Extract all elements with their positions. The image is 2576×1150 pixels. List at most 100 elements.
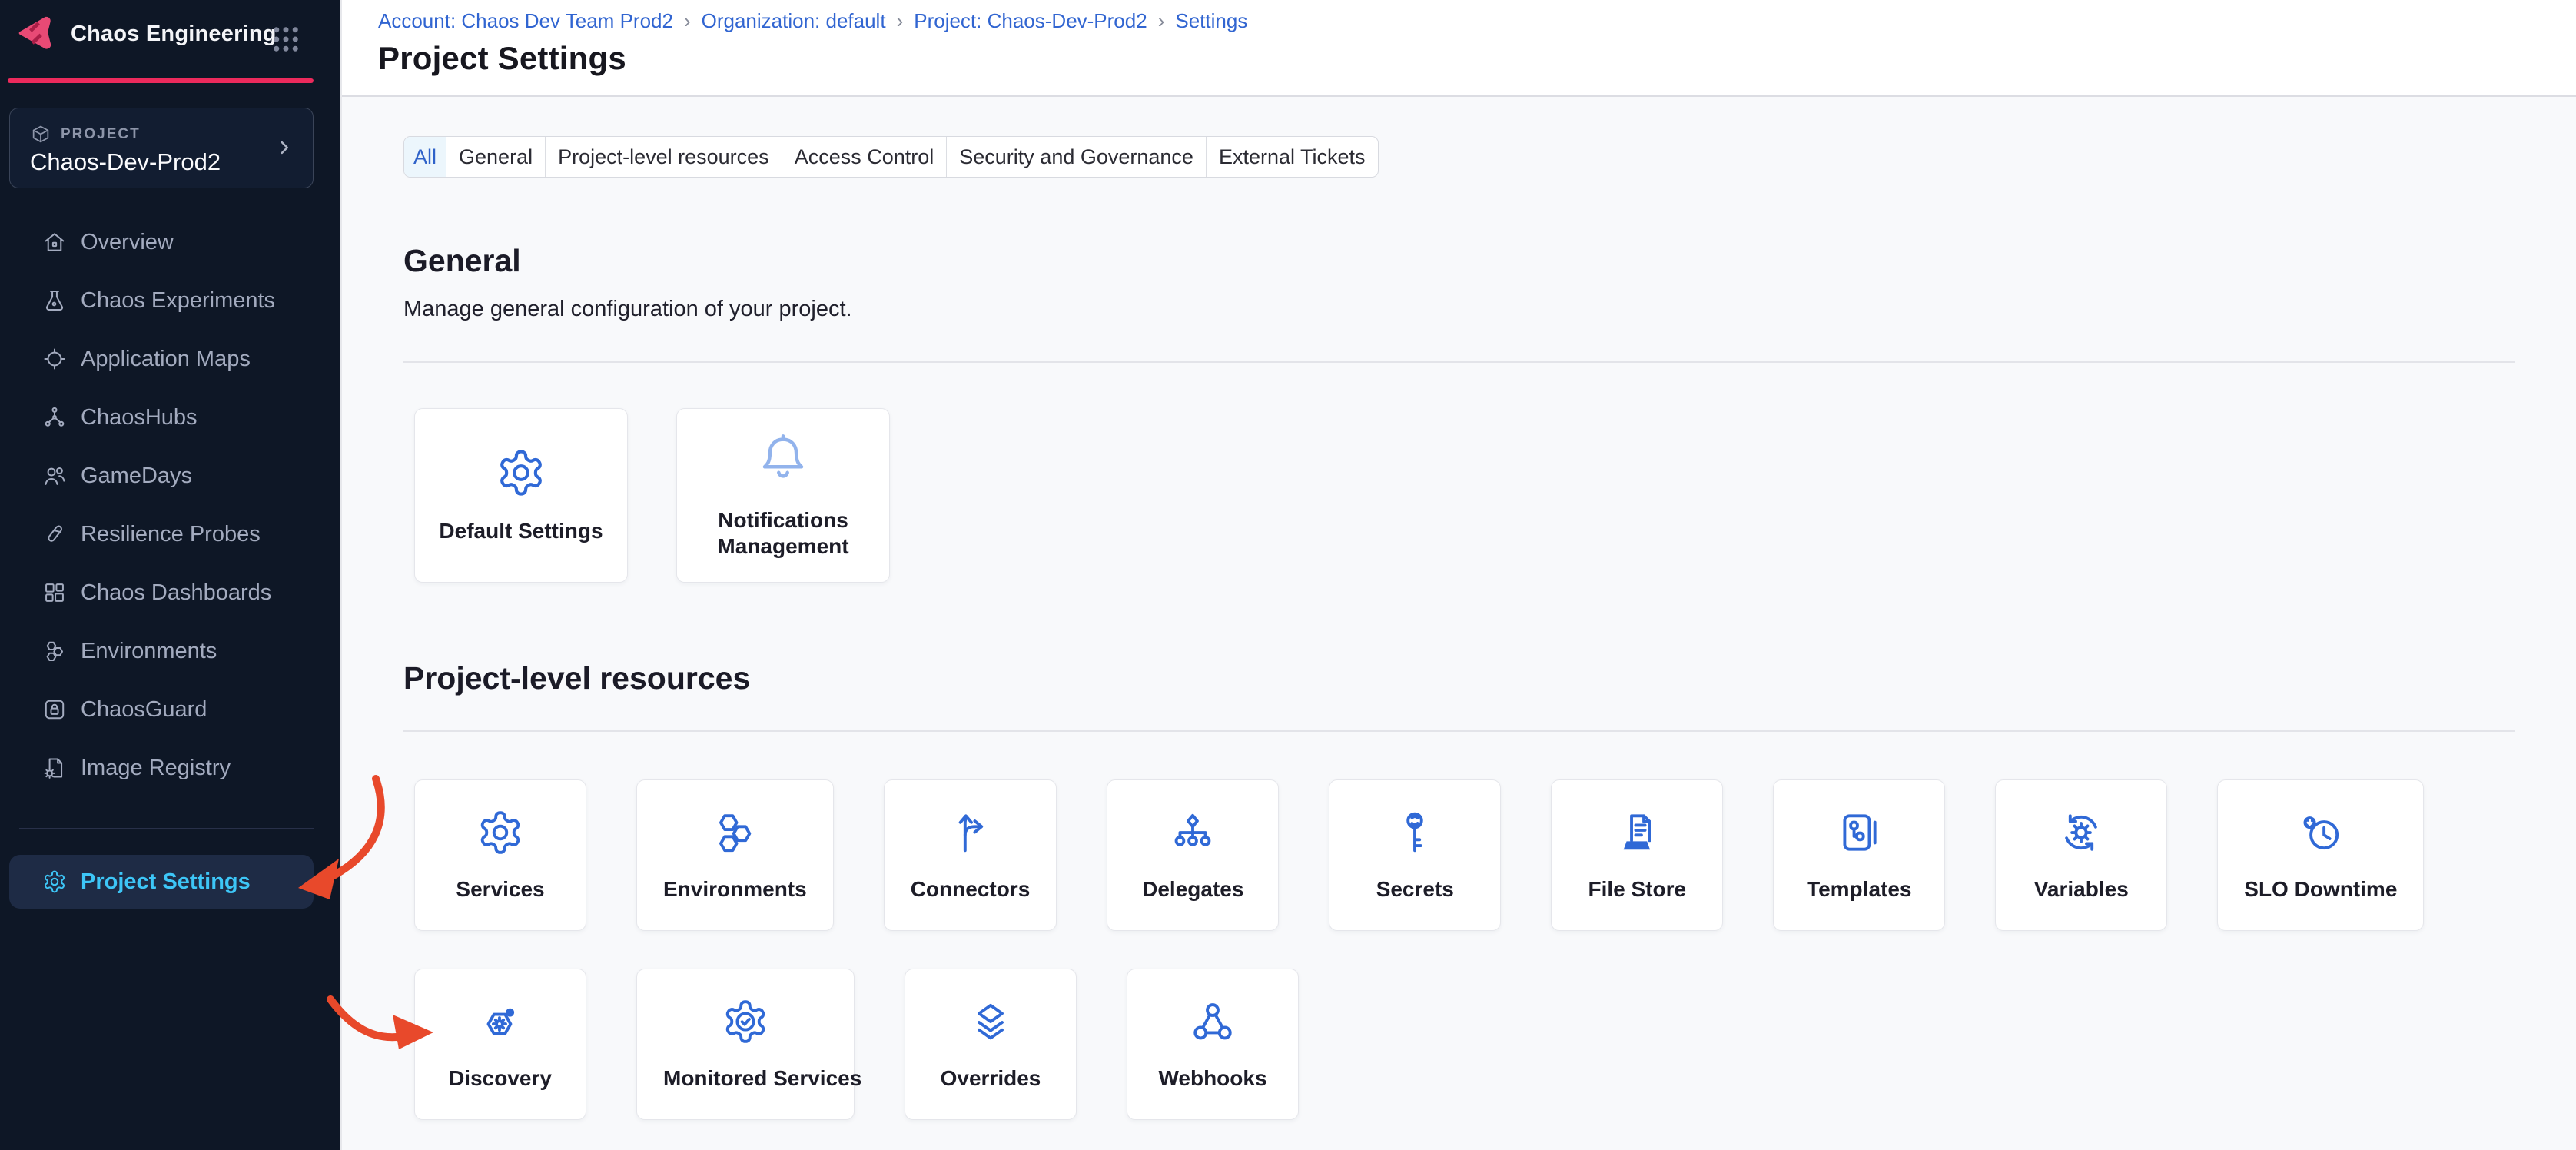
tab-all[interactable]: All: [404, 137, 446, 177]
target-icon: [42, 347, 67, 371]
settings-filter-tabs: All General Project-level resources Acce…: [403, 136, 1379, 178]
home-icon: [42, 230, 67, 254]
dashboard-icon: [42, 580, 67, 605]
templates-icon: [1835, 809, 1883, 856]
card-webhooks[interactable]: Webhooks: [1127, 969, 1299, 1120]
sidebar-item-chaosguard[interactable]: ChaosGuard: [0, 680, 340, 739]
connectors-icon: [946, 809, 994, 856]
project-selector[interactable]: PROJECT Chaos-Dev-Prod2: [9, 108, 314, 188]
card-connectors[interactable]: Connectors: [884, 779, 1057, 931]
discovery-icon: [476, 998, 524, 1045]
hexagons-icon: [711, 809, 759, 856]
card-environments[interactable]: Environments: [636, 779, 834, 931]
sidebar-item-chaos-dashboards[interactable]: Chaos Dashboards: [0, 563, 340, 622]
app-window: Chaos Engineering PROJECT Chaos-Dev-Prod…: [0, 0, 2576, 1150]
card-monitored-services[interactable]: Monitored Services: [636, 969, 855, 1120]
resources-section-heading: Project-level resources: [403, 660, 2576, 696]
sidebar-item-image-registry[interactable]: Image Registry: [0, 739, 340, 797]
breadcrumb: Account: Chaos Dev Team Prod2 › Organiza…: [378, 9, 1247, 33]
tab-general[interactable]: General: [446, 137, 546, 177]
file-store-icon: [1613, 809, 1661, 856]
webhook-icon: [1189, 998, 1237, 1045]
chevron-right-icon: [273, 136, 296, 159]
card-secrets[interactable]: Secrets: [1329, 779, 1501, 931]
card-label: Discovery: [449, 1065, 552, 1092]
card-overrides[interactable]: Overrides: [905, 969, 1077, 1120]
card-slo-downtime[interactable]: SLO Downtime: [2217, 779, 2424, 931]
resource-cards-row-1: Services Environments Connectors Delegat…: [414, 779, 2576, 931]
tab-external-tickets[interactable]: External Tickets: [1207, 137, 1378, 177]
page-header: Account: Chaos Dev Team Prod2 › Organiza…: [342, 0, 2576, 97]
sidebar-item-label: Environments: [81, 639, 217, 664]
grid-9-icon[interactable]: [270, 23, 302, 55]
tab-security-and-governance[interactable]: Security and Governance: [947, 137, 1207, 177]
sidebar-item-gamedays[interactable]: GameDays: [0, 447, 340, 505]
page-title: Project Settings: [378, 40, 626, 77]
cube-icon: [30, 124, 51, 145]
card-default-settings[interactable]: Default Settings: [414, 408, 628, 583]
gear-icon: [42, 869, 67, 894]
sidebar-item-chaoshubs[interactable]: ChaosHubs: [0, 388, 340, 447]
gear-icon: [476, 809, 524, 856]
card-label: Monitored Services: [663, 1065, 828, 1092]
tab-access-control[interactable]: Access Control: [782, 137, 948, 177]
breadcrumb-separator: ›: [1158, 9, 1165, 33]
card-label: Webhooks: [1158, 1065, 1266, 1092]
card-label: Delegates: [1142, 876, 1243, 902]
users-icon: [42, 464, 67, 488]
card-label: SLO Downtime: [2244, 876, 2397, 902]
card-templates[interactable]: Templates: [1773, 779, 1945, 931]
breadcrumb-separator: ›: [684, 9, 691, 33]
probe-icon: [42, 522, 67, 547]
module-accent-bar: [8, 78, 314, 83]
sidebar-item-label: Resilience Probes: [81, 522, 261, 547]
hexagons-icon: [42, 639, 67, 663]
sidebar-nav: Overview Chaos Experiments Application M…: [0, 213, 340, 797]
breadcrumb-project-link[interactable]: Project: Chaos-Dev-Prod2: [914, 9, 1147, 33]
sidebar-item-label: ChaosHubs: [81, 405, 198, 430]
monitored-services-icon: [722, 998, 769, 1045]
card-label: Environments: [663, 876, 807, 902]
breadcrumb-account-link[interactable]: Account: Chaos Dev Team Prod2: [378, 9, 673, 33]
sidebar-item-label: Chaos Dashboards: [81, 580, 271, 606]
gear-icon: [496, 447, 546, 498]
sidebar-item-label: Overview: [81, 230, 174, 255]
card-label: Notifications Management: [701, 507, 865, 560]
card-notifications-management[interactable]: Notifications Management: [676, 408, 890, 583]
card-label: Overrides: [941, 1065, 1041, 1092]
chaos-logo-icon: [12, 11, 57, 55]
sidebar-item-label: GameDays: [81, 464, 192, 489]
layers-icon: [967, 998, 1014, 1045]
card-discovery[interactable]: Discovery: [414, 969, 586, 1120]
card-label: Default Settings: [439, 518, 603, 544]
card-variables[interactable]: Variables: [1995, 779, 2167, 931]
sidebar-item-label: ChaosGuard: [81, 697, 207, 723]
sidebar-item-project-settings[interactable]: Project Settings: [9, 855, 314, 909]
card-label: File Store: [1588, 876, 1686, 902]
lock-icon: [42, 697, 67, 722]
sidebar-item-chaos-experiments[interactable]: Chaos Experiments: [0, 271, 340, 330]
general-section-description: Manage general configuration of your pro…: [403, 296, 2576, 322]
general-section-heading: General: [403, 242, 2576, 279]
tab-project-level-resources[interactable]: Project-level resources: [546, 137, 782, 177]
breadcrumb-settings-link[interactable]: Settings: [1175, 9, 1247, 33]
card-delegates[interactable]: Delegates: [1107, 779, 1279, 931]
sidebar-item-environments[interactable]: Environments: [0, 622, 340, 680]
card-file-store[interactable]: File Store: [1551, 779, 1723, 931]
sidebar-item-application-maps[interactable]: Application Maps: [0, 330, 340, 388]
card-label: Variables: [2034, 876, 2129, 902]
sidebar-item-overview[interactable]: Overview: [0, 213, 340, 271]
sidebar-item-label: Image Registry: [81, 756, 231, 781]
breadcrumb-separator: ›: [897, 9, 904, 33]
key-icon: [1391, 809, 1439, 856]
sidebar-item-resilience-probes[interactable]: Resilience Probes: [0, 505, 340, 563]
card-services[interactable]: Services: [414, 779, 586, 931]
sidebar: Chaos Engineering PROJECT Chaos-Dev-Prod…: [0, 0, 340, 1150]
sidebar-item-label: Application Maps: [81, 347, 251, 372]
breadcrumb-organization-link[interactable]: Organization: default: [702, 9, 886, 33]
card-label: Services: [456, 876, 544, 902]
slo-clock-icon: [2297, 809, 2345, 856]
section-divider: [403, 361, 2515, 363]
hub-icon: [42, 405, 67, 430]
bell-icon: [755, 432, 811, 487]
